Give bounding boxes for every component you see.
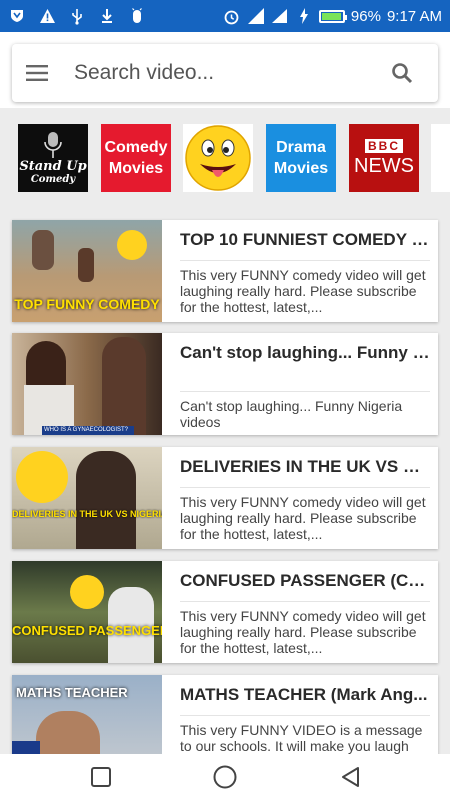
usb-icon	[68, 7, 86, 25]
clock: 9:17 AM	[386, 7, 442, 25]
status-bar: 96% 9:17 AM	[0, 0, 450, 32]
navigation-bar	[0, 754, 450, 800]
battery-percent: 96%	[350, 7, 381, 25]
back-button[interactable]	[338, 764, 364, 790]
list-item[interactable]: DELIVERIES IN THE UK VS NIGERIA DELIVERI…	[12, 447, 438, 549]
category-standup-line1: Stand Up	[19, 159, 87, 174]
laughing-emoji-icon	[16, 451, 68, 503]
video-description: This very FUNNY VIDEO is a message to ou…	[180, 722, 423, 754]
wifi-calling-icon	[247, 7, 265, 25]
video-thumbnail: WHO IS A GYNAECOLOGIST?	[12, 333, 162, 435]
square-icon	[91, 767, 111, 787]
thumbnail-caption: WHO IS A GYNAECOLOGIST?	[42, 426, 134, 435]
category-comedy-movies[interactable]: Comedy Movies	[101, 124, 171, 192]
category-strip: Stand Up Comedy Comedy Movies Drama Movies…	[0, 108, 450, 206]
category-comedy-line2: Movies	[108, 160, 164, 177]
video-title: Can't stop laughing... Funny N...	[180, 343, 430, 362]
laughing-face-icon	[185, 125, 251, 191]
video-thumbnail: CONFUSED PASSENGER	[12, 561, 162, 663]
divider	[180, 487, 430, 488]
thumbnail-caption: TOP FUNNY COMEDY	[14, 296, 160, 312]
back-triangle-icon	[342, 767, 359, 787]
search-header	[0, 32, 450, 108]
video-thumbnail: DELIVERIES IN THE UK VS NIGERIA	[12, 447, 162, 549]
divider	[180, 715, 430, 716]
menu-icon[interactable]	[26, 64, 50, 82]
alarm-icon	[223, 7, 241, 25]
category-emoji[interactable]	[183, 124, 253, 192]
search-icon[interactable]	[390, 61, 414, 85]
signal-icon	[271, 7, 289, 25]
category-drama-line2: Movies	[273, 160, 329, 177]
list-item[interactable]: WHO IS A GYNAECOLOGIST? Can't stop laugh…	[12, 333, 438, 435]
divider	[180, 260, 430, 261]
category-partial[interactable]	[431, 124, 450, 192]
video-description: This very FUNNY comedy video will get la…	[180, 267, 426, 315]
home-button[interactable]	[212, 764, 238, 790]
category-standup-comedy[interactable]: Stand Up Comedy	[18, 124, 88, 192]
category-comedy-line1: Comedy	[104, 139, 168, 156]
recent-apps-button[interactable]	[88, 764, 114, 790]
thumbnail-caption: CONFUSED PASSENGER	[12, 623, 162, 638]
list-item[interactable]: CONFUSED PASSENGER CONFUSED PASSENGER (C…	[12, 561, 438, 663]
battery-icon	[318, 9, 347, 23]
search-input[interactable]	[74, 61, 390, 85]
download-icon	[98, 7, 116, 25]
video-title: CONFUSED PASSENGER (CO...	[180, 571, 430, 590]
category-bbc-news[interactable]: BBC NEWS	[349, 124, 419, 192]
video-thumbnail: TOP FUNNY COMEDY	[12, 220, 162, 322]
divider	[180, 601, 430, 602]
video-list: TOP FUNNY COMEDY TOP 10 FUNNIEST COMEDY …	[0, 206, 450, 754]
microphone-icon	[44, 132, 62, 158]
category-standup-line2: Comedy	[30, 174, 76, 185]
video-title: MATHS TEACHER (Mark Ang...	[180, 685, 428, 704]
category-bbc-line1: BBC	[365, 138, 403, 153]
video-description: This very FUNNY comedy video will get la…	[180, 494, 426, 542]
category-drama-line1: Drama	[276, 139, 326, 156]
video-title: TOP 10 FUNNIEST COMEDY S...	[180, 230, 430, 249]
search-bar	[12, 44, 438, 102]
video-title: DELIVERIES IN THE UK VS NI...	[180, 457, 430, 476]
charging-icon	[295, 7, 313, 25]
warning-icon	[38, 7, 56, 25]
video-description: Can't stop laughing... Funny Nigeria vid…	[180, 398, 403, 430]
category-bbc-line2: NEWS	[354, 154, 414, 177]
video-thumbnail: MATHS TEACHER	[12, 675, 162, 754]
thumbnail-caption: MATHS TEACHER	[16, 685, 128, 700]
video-description: This very FUNNY comedy video will get la…	[180, 608, 426, 656]
list-item[interactable]: TOP FUNNY COMEDY TOP 10 FUNNIEST COMEDY …	[12, 220, 438, 322]
laughing-emoji-icon	[70, 575, 104, 609]
vpn-shield-icon	[8, 7, 26, 25]
divider	[180, 391, 430, 392]
circle-icon	[213, 765, 237, 789]
category-drama-movies[interactable]: Drama Movies	[266, 124, 336, 192]
laughing-emoji-icon	[117, 230, 147, 260]
list-item[interactable]: MATHS TEACHER MATHS TEACHER (Mark Ang...…	[12, 675, 438, 754]
android-debug-icon	[128, 7, 146, 25]
thumbnail-caption: DELIVERIES IN THE UK VS NIGERIA	[12, 509, 162, 519]
